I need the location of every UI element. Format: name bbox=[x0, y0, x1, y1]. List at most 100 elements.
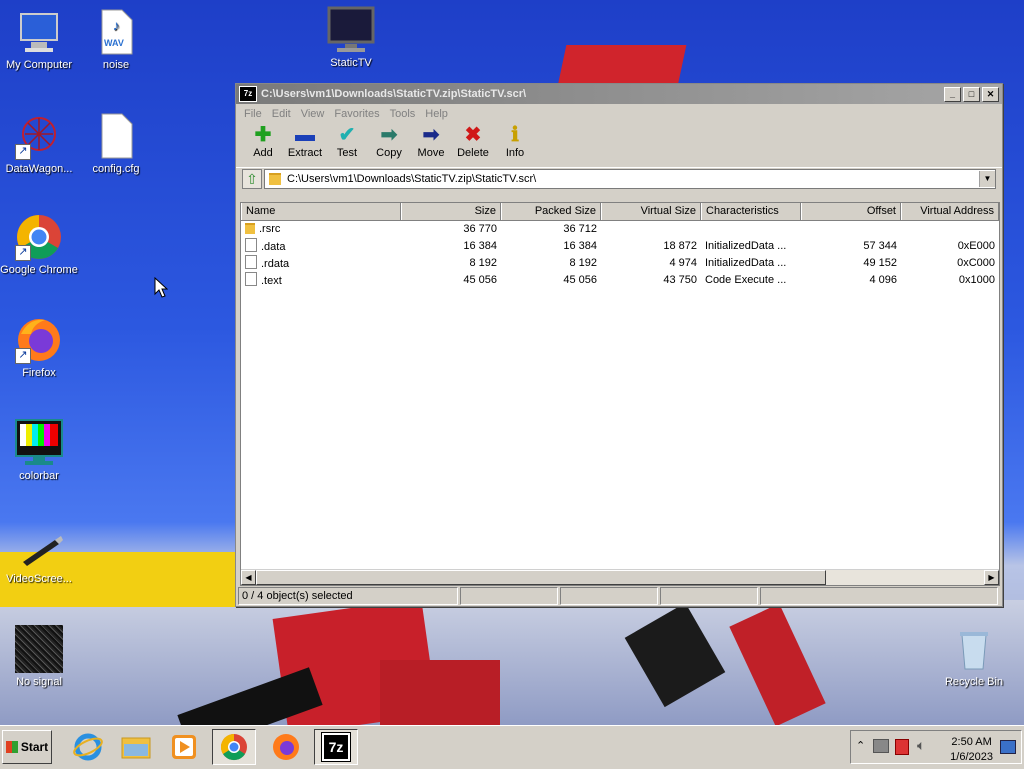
taskbar-chrome[interactable] bbox=[212, 729, 256, 765]
desktop-icon-no-signal[interactable]: No signal bbox=[0, 625, 79, 688]
scene-red-block bbox=[380, 660, 500, 725]
close-button[interactable]: ✕ bbox=[982, 86, 999, 102]
desktop-icon-statictv[interactable]: StaticTV bbox=[311, 6, 391, 69]
chrome-icon bbox=[220, 733, 247, 761]
colorbar-monitor-icon bbox=[15, 419, 63, 467]
address-path[interactable]: C:\Users\vm1\Downloads\StaticTV.zip\Stat… bbox=[287, 173, 979, 185]
table-row[interactable]: .rsrc 36 770 36 712 bbox=[241, 221, 999, 238]
scroll-left-icon[interactable]: ◀ bbox=[241, 570, 256, 585]
windows-flag-icon bbox=[5, 741, 18, 753]
menu-favorites[interactable]: Favorites bbox=[334, 108, 379, 120]
mouse-cursor-icon bbox=[154, 277, 168, 298]
move-button[interactable]: ➡ Move bbox=[410, 123, 452, 167]
list-header: Name Size Packed Size Virtual Size Chara… bbox=[241, 203, 999, 221]
system-tray: ⌃ 🔈︎ 2:50 AM 1/6/2023 bbox=[850, 730, 1022, 764]
plus-icon: ✚ bbox=[254, 124, 272, 146]
menu-view[interactable]: View bbox=[301, 108, 325, 120]
add-button[interactable]: ✚ Add bbox=[242, 123, 284, 167]
copy-arrow-icon: ➡ bbox=[380, 124, 398, 146]
copy-button[interactable]: ➡ Copy bbox=[368, 123, 410, 167]
status-selection: 0 / 4 object(s) selected bbox=[238, 587, 458, 605]
chrome-icon: ↗ bbox=[15, 213, 63, 261]
computer-icon bbox=[15, 8, 63, 56]
menu-edit[interactable]: Edit bbox=[272, 108, 291, 120]
show-hidden-icons-icon[interactable]: ⌃ bbox=[856, 739, 865, 752]
toolbar: ✚ Add ▬ Extract ✔ Test ➡ Copy ➡ Move ✖ Delete … bbox=[236, 123, 1002, 167]
scroll-thumb[interactable] bbox=[256, 570, 826, 585]
status-panel bbox=[560, 587, 658, 605]
status-bar: 0 / 4 object(s) selected bbox=[238, 587, 1000, 606]
delete-button[interactable]: ✖ Delete bbox=[452, 123, 494, 167]
file-icon bbox=[245, 238, 257, 252]
extract-button[interactable]: ▬ Extract bbox=[284, 123, 326, 167]
minus-icon: ▬ bbox=[295, 124, 315, 146]
recycle-bin-icon bbox=[950, 625, 998, 673]
move-arrow-icon: ➡ bbox=[422, 124, 440, 146]
table-row[interactable]: .rdata 8 192 8 192 4 974 InitializedData… bbox=[241, 255, 999, 272]
file-manager-window[interactable]: 7z C:\Users\vm1\Downloads\StaticTV.zip\S… bbox=[235, 83, 1003, 607]
taskbar-7zip[interactable]: 7z bbox=[314, 729, 358, 765]
audio-file-icon: ♪ WAV bbox=[92, 8, 140, 56]
clock[interactable]: 2:50 AM 1/6/2023 bbox=[950, 735, 993, 765]
start-button[interactable]: Start bbox=[2, 730, 52, 764]
scroll-right-icon[interactable]: ▶ bbox=[984, 570, 999, 585]
title-bar[interactable]: 7z C:\Users\vm1\Downloads\StaticTV.zip\S… bbox=[236, 84, 1002, 104]
minimize-button[interactable]: _ bbox=[944, 86, 961, 102]
pen-icon bbox=[15, 522, 63, 570]
window-title: C:\Users\vm1\Downloads\StaticTV.zip\Stat… bbox=[261, 88, 527, 100]
column-header-characteristics[interactable]: Characteristics bbox=[701, 203, 801, 220]
datawagon-icon: ↗ bbox=[15, 112, 63, 160]
horizontal-scrollbar[interactable]: ◀ ▶ bbox=[241, 569, 999, 585]
file-icon bbox=[245, 255, 257, 269]
dropdown-arrow-icon[interactable]: ▼ bbox=[979, 171, 995, 187]
taskbar-internet-explorer[interactable] bbox=[66, 729, 110, 765]
address-combobox[interactable]: C:\Users\vm1\Downloads\StaticTV.zip\Stat… bbox=[264, 169, 996, 189]
info-button[interactable]: ℹ Info bbox=[494, 123, 536, 167]
desktop-icon-noise[interactable]: ♪ WAV noise bbox=[76, 8, 156, 71]
desktop-icon-datawagon[interactable]: ↗ DataWagon... bbox=[0, 112, 79, 175]
file-list[interactable]: Name Size Packed Size Virtual Size Chara… bbox=[240, 202, 1000, 586]
static-noise-icon bbox=[15, 625, 63, 673]
taskbar-file-explorer[interactable] bbox=[114, 729, 158, 765]
firefox-icon: ↗ bbox=[15, 316, 63, 364]
desktop-icon-videoscreen[interactable]: VideoScree... bbox=[0, 522, 79, 585]
desktop-icon-config[interactable]: config.cfg bbox=[76, 112, 156, 175]
taskbar-media-player[interactable] bbox=[162, 729, 206, 765]
menu-tools[interactable]: Tools bbox=[390, 108, 416, 120]
status-panel bbox=[760, 587, 998, 605]
folder-icon bbox=[121, 737, 151, 759]
action-center-icon[interactable] bbox=[895, 739, 909, 755]
volume-icon[interactable]: 🔈︎ bbox=[917, 737, 925, 754]
column-header-offset[interactable]: Offset bbox=[801, 203, 901, 220]
test-button[interactable]: ✔ Test bbox=[326, 123, 368, 167]
desktop-icon-firefox[interactable]: ↗ Firefox bbox=[0, 316, 79, 379]
desktop-icon-chrome[interactable]: ↗ Google Chrome bbox=[0, 213, 79, 276]
desktop-icon-colorbar[interactable]: colorbar bbox=[0, 419, 79, 482]
media-player-icon bbox=[172, 735, 196, 759]
address-bar: ⇧ C:\Users\vm1\Downloads\StaticTV.zip\St… bbox=[236, 167, 1002, 190]
clock-date: 1/6/2023 bbox=[950, 751, 993, 763]
show-desktop-icon[interactable] bbox=[1000, 740, 1016, 754]
menu-help[interactable]: Help bbox=[425, 108, 448, 120]
desktop-icon-my-computer[interactable]: My Computer bbox=[0, 8, 79, 71]
7zip-icon: 7z bbox=[320, 732, 352, 762]
desktop-icon-recycle-bin[interactable]: Recycle Bin bbox=[934, 625, 1014, 688]
up-folder-button[interactable]: ⇧ bbox=[242, 169, 262, 189]
table-row[interactable]: .data 16 384 16 384 18 872 InitializedDa… bbox=[241, 238, 999, 255]
7zip-app-icon: 7z bbox=[239, 86, 257, 102]
menu-file[interactable]: File bbox=[244, 108, 262, 120]
info-icon: ℹ bbox=[511, 124, 519, 146]
taskbar-firefox[interactable] bbox=[264, 729, 308, 765]
file-icon bbox=[245, 272, 257, 286]
column-header-size[interactable]: Size bbox=[401, 203, 501, 220]
taskbar: Start 7z ⌃ 🔈︎ 2:50 AM 1/6/2023 bbox=[0, 725, 1024, 769]
table-row[interactable]: .text 45 056 45 056 43 750 Code Execute … bbox=[241, 272, 999, 289]
checkmark-icon: ✔ bbox=[338, 124, 356, 146]
column-header-virtual-address[interactable]: Virtual Address bbox=[901, 203, 999, 220]
column-header-packed-size[interactable]: Packed Size bbox=[501, 203, 601, 220]
maximize-button[interactable]: □ bbox=[963, 86, 980, 102]
network-icon[interactable] bbox=[873, 739, 889, 753]
clock-time: 2:50 AM bbox=[951, 736, 992, 748]
column-header-name[interactable]: Name bbox=[241, 203, 401, 220]
column-header-virtual-size[interactable]: Virtual Size bbox=[601, 203, 701, 220]
